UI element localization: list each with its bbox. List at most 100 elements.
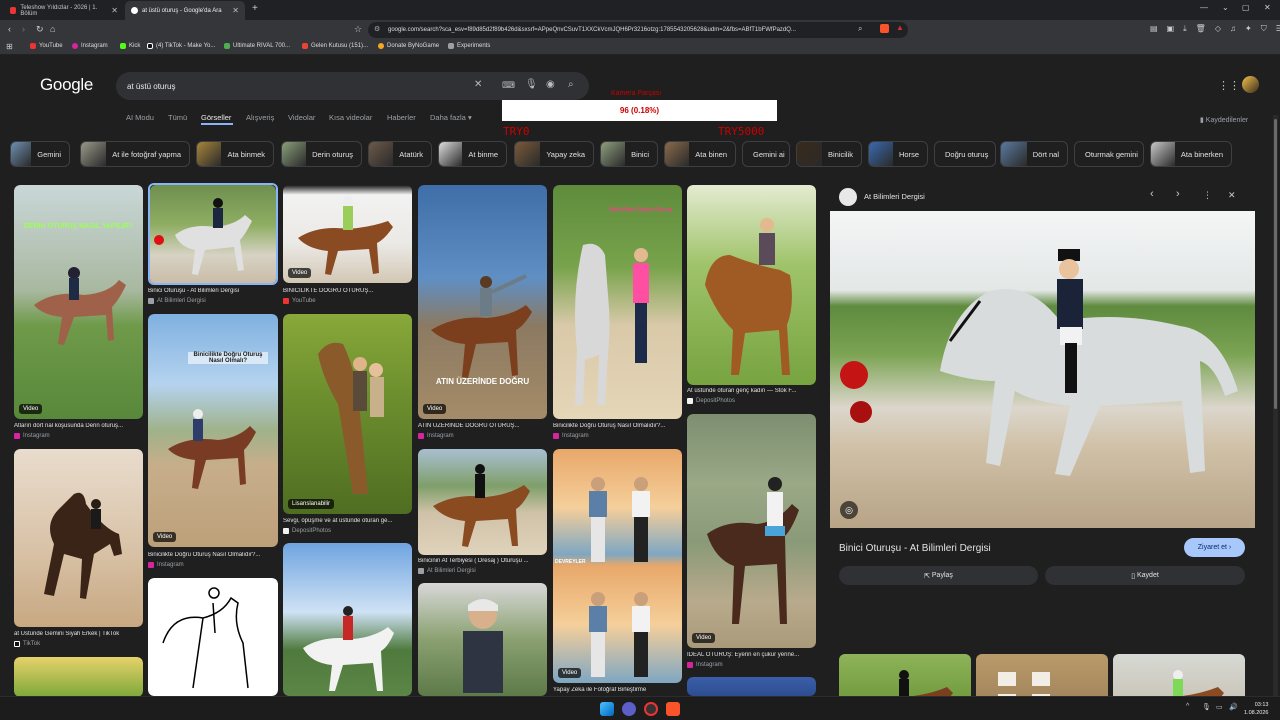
chip-dört-nal[interactable]: Dört nal xyxy=(1000,141,1068,167)
tray-chevron-icon[interactable]: ^ xyxy=(1186,703,1189,710)
restore-icon[interactable]: ▢ xyxy=(1242,3,1250,12)
result-source[interactable]: Instagram xyxy=(418,433,454,439)
result-card[interactable] xyxy=(418,449,547,555)
apps-icon[interactable]: ⊞ xyxy=(6,42,13,51)
result-card[interactable] xyxy=(14,449,143,627)
tab-shopping[interactable]: Alışveriş xyxy=(246,113,274,122)
result-card[interactable] xyxy=(418,583,547,696)
close-icon[interactable]: ✕ xyxy=(232,6,239,15)
chip-ata-binen[interactable]: Ata binen xyxy=(664,141,736,167)
search-input[interactable]: at üstü oturuş xyxy=(127,82,175,91)
bookmark-tiktok[interactable]: (4) TikTok - Make Yo... xyxy=(147,43,215,49)
tab-list-icon[interactable]: ⌄ xyxy=(1222,3,1229,12)
preview-site-name[interactable]: At Bilimleri Dergisi xyxy=(864,192,925,201)
tab-short-videos[interactable]: Kısa videolar xyxy=(329,113,372,122)
tab-all[interactable]: Tümü xyxy=(168,113,187,122)
result-card[interactable] xyxy=(148,578,278,696)
search-box[interactable]: at üstü oturuş xyxy=(116,72,589,100)
result-card[interactable]: Video xyxy=(283,185,412,283)
zoom-icon[interactable]: ⌕ xyxy=(858,24,862,34)
result-caption[interactable]: Yapay Zeka ile Fotoğraf Birleştirme xyxy=(553,687,682,693)
scrollbar-thumb[interactable] xyxy=(1274,119,1277,409)
network-icon[interactable]: ▭ xyxy=(1216,703,1223,711)
result-card[interactable]: Binicilikte Doğru Oturuş Nasıl Olmalı? V… xyxy=(148,314,278,547)
site-info-icon[interactable]: ⚙ xyxy=(374,25,380,33)
chip-gemini-ai[interactable]: Gemini ai xyxy=(742,141,790,167)
lens-search-icon[interactable]: ◎ xyxy=(840,501,858,519)
rewards-icon[interactable]: ▲ xyxy=(896,23,904,32)
result-card-selected[interactable] xyxy=(148,183,278,285)
chip-atatürk[interactable]: Atatürk xyxy=(368,141,432,167)
shield-icon[interactable]: ⛉ xyxy=(1261,24,1267,34)
search-icon[interactable]: ⌕ xyxy=(568,79,574,90)
next-icon[interactable]: › xyxy=(1176,188,1180,200)
result-card[interactable]: DERİN OTURUŞ NASIL YAPILIR? Video xyxy=(14,185,143,419)
bookmark-icon[interactable]: ☆ xyxy=(354,24,362,35)
tab-teleshow[interactable]: Teleshow Yıldızlar - 2026 | 1. Bölüm ✕ xyxy=(4,1,124,20)
bookmark-experiments[interactable]: Experiments xyxy=(448,43,490,49)
result-caption[interactable]: Binicilikte Doğru Oturuş Nasıl Olmalıdır… xyxy=(553,423,682,429)
tab-images[interactable]: Görseller xyxy=(201,113,231,122)
music-icon[interactable]: ♫ xyxy=(1230,24,1236,34)
preview-title[interactable]: Binici Oturuşu - At Bilimleri Dergisi xyxy=(839,543,991,554)
forward-icon[interactable]: › xyxy=(22,24,25,34)
avatar[interactable] xyxy=(1242,76,1259,93)
start-icon[interactable] xyxy=(600,702,614,716)
bookmark-donate[interactable]: Donate ByNoGame xyxy=(378,43,439,49)
discord-icon[interactable] xyxy=(622,702,636,716)
lens-icon[interactable]: ◉ xyxy=(546,79,555,90)
tab-news[interactable]: Haberler xyxy=(387,113,416,122)
chip-binicilik[interactable]: Binicilik xyxy=(796,141,862,167)
result-source[interactable]: DepositPhotos xyxy=(687,398,735,404)
result-caption[interactable]: Binicilikte Doğru Oturuş Nasıl Olmalıdır… xyxy=(148,552,278,558)
close-icon[interactable]: ✕ xyxy=(111,6,118,15)
tab-google-search[interactable]: at üstü oturuş - Google'da Ara ✕ xyxy=(125,1,245,20)
related-image[interactable] xyxy=(839,654,971,696)
bookmark-youtube[interactable]: YouTube xyxy=(30,43,63,49)
chip-doğru-oturuş[interactable]: Doğru oturuş xyxy=(934,141,996,167)
minimize-icon[interactable]: — xyxy=(1200,3,1208,12)
google-logo[interactable]: Google xyxy=(40,75,93,95)
menu-icon[interactable]: ☰ xyxy=(1276,24,1280,34)
visit-button[interactable]: Ziyaret et › xyxy=(1184,538,1245,557)
obs-icon[interactable] xyxy=(644,702,658,716)
sidebar-icon[interactable]: ▤ xyxy=(1150,24,1158,34)
result-source[interactable]: TikTok xyxy=(14,641,40,647)
result-caption[interactable]: Atların dört nal koşusunda Derin oturuş.… xyxy=(14,423,143,429)
address-bar[interactable]: ⚙ google.com/search?sca_esv=f89d85d2f89b… xyxy=(368,22,908,38)
preview-image[interactable]: ◎ xyxy=(830,211,1255,528)
previous-icon[interactable]: ‹ xyxy=(1150,188,1154,200)
bookmark-kick[interactable]: Kick xyxy=(120,43,140,49)
result-caption[interactable]: at Üstünde Gemini Siyah Erkek | TikTok xyxy=(14,631,143,637)
new-tab-icon[interactable]: + xyxy=(252,3,258,14)
result-card[interactable] xyxy=(687,677,816,696)
reload-icon[interactable]: ↻ xyxy=(36,24,44,35)
related-image[interactable] xyxy=(976,654,1108,696)
download-icon[interactable]: ⤓ xyxy=(1183,24,1187,34)
window-close-icon[interactable]: ✕ xyxy=(1264,3,1271,12)
result-card[interactable]: DEVREYLER Video xyxy=(553,449,682,683)
brave-shield-icon[interactable] xyxy=(880,24,889,33)
tab-more[interactable]: Daha fazla ▾ xyxy=(430,113,472,122)
bookmark-gmail[interactable]: Gelen Kutusu (151)... xyxy=(302,43,368,49)
chip-derin-oturuş[interactable]: Derin oturuş xyxy=(281,141,362,167)
close-icon[interactable]: ✕ xyxy=(1228,190,1236,201)
result-card[interactable]: Video xyxy=(687,414,816,648)
result-card[interactable] xyxy=(283,543,412,696)
chip-at-binme[interactable]: At binme xyxy=(438,141,507,167)
result-caption[interactable]: İDEAL OTURUŞ: Eyerin en çukur yerine... xyxy=(687,652,816,658)
result-source[interactable]: Instagram xyxy=(148,562,184,568)
result-source[interactable]: YouTube xyxy=(283,298,316,304)
back-icon[interactable]: ‹ xyxy=(8,24,11,34)
result-caption[interactable]: Binici Oturuşu - At Bilimleri Dergisi xyxy=(148,288,278,294)
result-caption[interactable]: BİNİCİLİKTE DOĞRU OTURUŞ... xyxy=(283,288,412,294)
chip-binici[interactable]: Binici xyxy=(600,141,658,167)
bookmark-instagram[interactable]: Instagram xyxy=(72,43,108,49)
trash-icon[interactable]: 🗑 xyxy=(1196,24,1206,34)
system-clock[interactable]: 03:13 1.08.2026 xyxy=(1244,701,1268,717)
save-button[interactable]: ▯ Kaydet xyxy=(1045,566,1245,585)
result-caption[interactable]: Binicinin At Terbiyesi ( Dresaj ) Oturuş… xyxy=(418,558,547,564)
extensions-icon[interactable]: ✦ xyxy=(1245,24,1252,34)
chip-at-ile-fotoğraf-yapma[interactable]: At ile fotoğraf yapma xyxy=(80,141,190,167)
more-options-icon[interactable]: ⋮ xyxy=(1203,190,1212,201)
